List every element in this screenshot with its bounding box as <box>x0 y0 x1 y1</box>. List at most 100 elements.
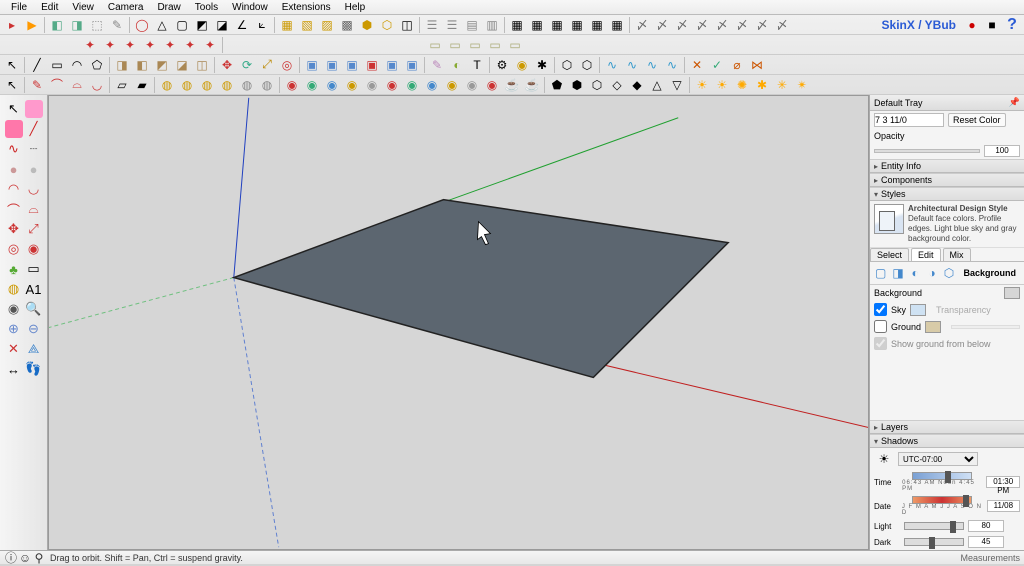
hatch6-icon[interactable]: 〆 <box>733 16 751 34</box>
mesh7-icon[interactable]: ◉ <box>403 76 421 94</box>
view6-icon[interactable]: ▣ <box>403 56 421 74</box>
star-icon[interactable]: ✦ <box>81 36 99 54</box>
material-icon[interactable]: ◉ <box>513 56 531 74</box>
arc-icon[interactable]: ◠ <box>68 56 86 74</box>
sky-color-swatch[interactable] <box>910 304 926 316</box>
light-slider[interactable] <box>904 522 964 530</box>
box3-icon[interactable]: ▨ <box>318 16 336 34</box>
menu-tools[interactable]: Tools <box>188 1 225 14</box>
shape6-tool-icon[interactable]: △ <box>648 76 666 94</box>
ground-color-swatch[interactable] <box>925 321 941 333</box>
hatch4-icon[interactable]: 〆 <box>693 16 711 34</box>
push4-icon[interactable]: ◪ <box>173 56 191 74</box>
surf2-icon[interactable]: ▰ <box>133 76 151 94</box>
push5-icon[interactable]: ◫ <box>193 56 211 74</box>
ground-transparency-slider[interactable] <box>951 325 1020 329</box>
paint-icon[interactable]: ◍ <box>5 280 23 298</box>
tab-select[interactable]: Select <box>870 248 909 261</box>
star4-icon[interactable]: ✦ <box>141 36 159 54</box>
hatch-icon[interactable]: 〆 <box>633 16 651 34</box>
shape3-icon[interactable]: ⬚ <box>88 16 106 34</box>
cube2-icon[interactable]: ⬡ <box>378 16 396 34</box>
tab-mix[interactable]: Mix <box>943 248 971 261</box>
section-shadows[interactable]: Shadows <box>870 434 1024 448</box>
select-icon[interactable]: ↖ <box>3 56 21 74</box>
text-icon[interactable]: T <box>468 56 486 74</box>
menu-edit[interactable]: Edit <box>34 1 65 14</box>
surf-icon[interactable]: ▱ <box>113 76 131 94</box>
zoom2-icon[interactable]: ⊕ <box>5 320 23 338</box>
rect-icon[interactable]: ▭ <box>48 56 66 74</box>
view2-icon[interactable]: ▣ <box>323 56 341 74</box>
stop-icon[interactable]: ■ <box>983 16 1001 34</box>
target2-icon[interactable]: ◉ <box>25 240 43 258</box>
curve-icon[interactable]: ∿ <box>603 56 621 74</box>
bezier-icon[interactable]: ⌒ <box>48 76 66 94</box>
solid2-icon[interactable]: ◍ <box>178 76 196 94</box>
teapot-icon[interactable]: ☕ <box>503 76 521 94</box>
dimension-icon[interactable]: ↔ <box>5 360 23 378</box>
date-value[interactable]: 11/08 <box>987 500 1020 512</box>
move-icon[interactable]: ✥ <box>218 56 236 74</box>
background-color-swatch[interactable] <box>1004 287 1020 299</box>
mesh4-icon[interactable]: ◉ <box>343 76 361 94</box>
cube3-icon[interactable]: ◫ <box>398 16 416 34</box>
sky-checkbox[interactable] <box>874 303 887 316</box>
sun4-icon[interactable]: ✱ <box>753 76 771 94</box>
teapot2-icon[interactable]: ☕ <box>523 76 541 94</box>
poly-icon[interactable]: ⬠ <box>88 56 106 74</box>
model-settings-icon[interactable]: ⬡ <box>944 264 955 282</box>
arc-tool-icon[interactable]: ◠ <box>5 180 23 198</box>
push3-icon[interactable]: ◩ <box>153 56 171 74</box>
tab-edit[interactable]: Edit <box>911 248 941 261</box>
mesh11-icon[interactable]: ◉ <box>483 76 501 94</box>
grid3-icon[interactable]: ▦ <box>548 16 566 34</box>
solid-icon[interactable]: ◍ <box>158 76 176 94</box>
solid6-icon[interactable]: ◍ <box>258 76 276 94</box>
info-icon[interactable]: ⓘ <box>5 552 17 564</box>
select-tool-icon[interactable]: ↖ <box>5 100 23 118</box>
arc2-tool-icon[interactable]: ◡ <box>25 180 43 198</box>
grid6-icon[interactable]: ▦ <box>608 16 626 34</box>
timezone-select[interactable]: UTC-07:00 <box>898 452 978 466</box>
opacity-slider[interactable] <box>874 149 980 153</box>
hatch2-icon[interactable]: 〆 <box>653 16 671 34</box>
shadow-toggle-icon[interactable]: ☀ <box>875 450 893 468</box>
star5-icon[interactable]: ✦ <box>161 36 179 54</box>
time-slider[interactable] <box>912 472 972 480</box>
mesh6-icon[interactable]: ◉ <box>383 76 401 94</box>
offset-icon[interactable]: ◎ <box>278 56 296 74</box>
view3-icon[interactable]: ▣ <box>343 56 361 74</box>
menu-draw[interactable]: Draw <box>150 1 187 14</box>
face-settings-icon[interactable]: ◨ <box>892 264 903 282</box>
stack2-icon[interactable]: ☰ <box>443 16 461 34</box>
color-value-field[interactable] <box>874 113 944 127</box>
stack3-icon[interactable]: ▤ <box>463 16 481 34</box>
box2-icon[interactable]: ▧ <box>298 16 316 34</box>
mesh3-icon[interactable]: ◉ <box>323 76 341 94</box>
style-thumbnail[interactable] <box>874 204 904 234</box>
plugin-icon[interactable]: ⬡ <box>558 56 576 74</box>
geo-icon[interactable]: ⚲ <box>33 552 45 564</box>
target-icon[interactable]: ◎ <box>5 240 23 258</box>
hatch8-icon[interactable]: 〆 <box>773 16 791 34</box>
box-icon[interactable]: ▦ <box>278 16 296 34</box>
view1-icon[interactable]: ▣ <box>303 56 321 74</box>
stack4-icon[interactable]: ▥ <box>483 16 501 34</box>
star2-icon[interactable]: ✦ <box>101 36 119 54</box>
bg-settings-icon[interactable]: ◐ <box>910 264 921 282</box>
time-value[interactable]: 01:30 PM <box>986 476 1020 488</box>
menu-extensions[interactable]: Extensions <box>275 1 338 14</box>
crop-icon[interactable]: ⟁ <box>25 340 43 358</box>
section-components[interactable]: Components <box>870 173 1024 187</box>
star6-icon[interactable]: ✦ <box>181 36 199 54</box>
mesh8-icon[interactable]: ◉ <box>423 76 441 94</box>
edge-settings-icon[interactable]: ▢ <box>875 264 886 282</box>
date-slider[interactable] <box>912 496 972 504</box>
grid2-icon[interactable]: ▦ <box>528 16 546 34</box>
reset-color-button[interactable]: Reset Color <box>948 113 1006 127</box>
push-icon[interactable]: ◨ <box>113 56 131 74</box>
line-red-icon[interactable]: ╱ <box>25 120 43 138</box>
shape2-tool-icon[interactable]: ⬢ <box>568 76 586 94</box>
extra-icon[interactable]: ✕ <box>688 56 706 74</box>
